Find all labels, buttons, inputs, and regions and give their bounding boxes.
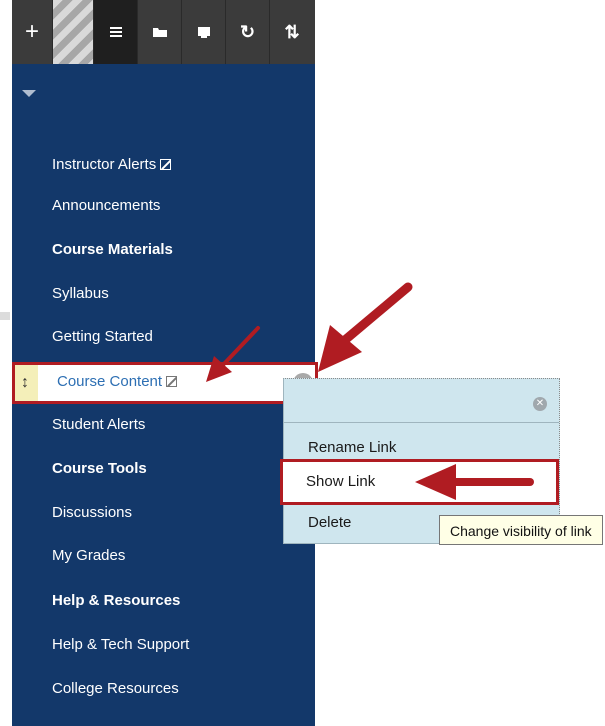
sidebar-item-instructor-alerts[interactable]: Instructor Alerts [52, 156, 172, 173]
sidebar-item-label: Course Materials [52, 241, 173, 258]
refresh-button[interactable]: ↻ [226, 0, 270, 64]
sidebar-item-announcements[interactable]: Announcements [52, 197, 160, 214]
rename-link-menu-item[interactable]: Rename Link [284, 439, 559, 456]
sidebar-item-label: Help & Resources [52, 592, 181, 609]
sidebar-item-label: Help & Tech Support [52, 636, 190, 653]
sidebar-item-label: Syllabus [52, 285, 109, 302]
sidebar-item-label: Student Alerts [52, 416, 146, 433]
sidebar-item-course-tools[interactable]: Course Tools [52, 460, 147, 477]
sidebar-item-discussions[interactable]: Discussions [52, 504, 132, 521]
sidebar-item-help-tech-support[interactable]: Help & Tech Support [52, 636, 189, 653]
sidebar-item-label: Instructor Alerts [52, 156, 157, 173]
sidebar-item-label: College Resources [52, 680, 179, 697]
show-link-menu-item[interactable]: Show Link [282, 462, 559, 502]
sidebar-item-label: Getting Started [52, 328, 153, 345]
collapse-arrow-icon[interactable] [22, 90, 36, 97]
list-view-button[interactable] [94, 0, 138, 64]
course-content-text: Course Content [57, 373, 163, 390]
sidebar-item-label: Discussions [52, 504, 133, 521]
plus-icon: + [24, 18, 39, 45]
arrow-to-chevron [340, 282, 413, 345]
toolbar: + ↻ ⇅ [12, 0, 315, 64]
refresh-icon: ↻ [239, 21, 256, 42]
sidebar-item-syllabus[interactable]: Syllabus [52, 285, 109, 302]
arrowhead-to-chevron [318, 325, 362, 372]
list-icon [109, 27, 122, 37]
sidebar-item-label: My Grades [52, 547, 126, 564]
sidebar-item-my-grades[interactable]: My Grades [52, 547, 125, 564]
sidebar-item-getting-started[interactable]: Getting Started [52, 328, 153, 345]
sidebar-item-course-content[interactable]: ↕ Course Content [12, 362, 315, 404]
folder-view-button[interactable] [138, 0, 182, 64]
sidebar-item-label: Course Tools [52, 460, 147, 477]
close-icon[interactable]: ✕ [533, 397, 547, 411]
sidebar-item-student-alerts[interactable]: Student Alerts [52, 416, 145, 433]
drag-tab-marker [0, 312, 10, 320]
sidebar-item-label: Announcements [52, 197, 161, 214]
window-view-button[interactable] [182, 0, 226, 64]
tooltip: Change visibility of link [439, 515, 603, 545]
sidebar-item-help-resources[interactable]: Help & Resources [52, 592, 180, 609]
hidden-link-icon [160, 159, 172, 170]
folder-icon [152, 28, 167, 37]
sidebar-item-label: Course Content [57, 373, 178, 390]
drag-handle-icon[interactable]: ↕ [12, 362, 38, 404]
sort-icon: ⇅ [284, 21, 300, 42]
hidden-link-icon [166, 376, 178, 387]
sidebar-item-college-resources[interactable]: College Resources [52, 680, 179, 697]
reorder-button[interactable]: ⇅ [270, 0, 314, 64]
toolbar-divider [53, 0, 94, 64]
menu-divider [284, 422, 559, 423]
add-menu-item-button[interactable]: + [12, 0, 53, 64]
sidebar-item-course-materials[interactable]: Course Materials [52, 241, 173, 258]
window-icon [197, 27, 210, 38]
